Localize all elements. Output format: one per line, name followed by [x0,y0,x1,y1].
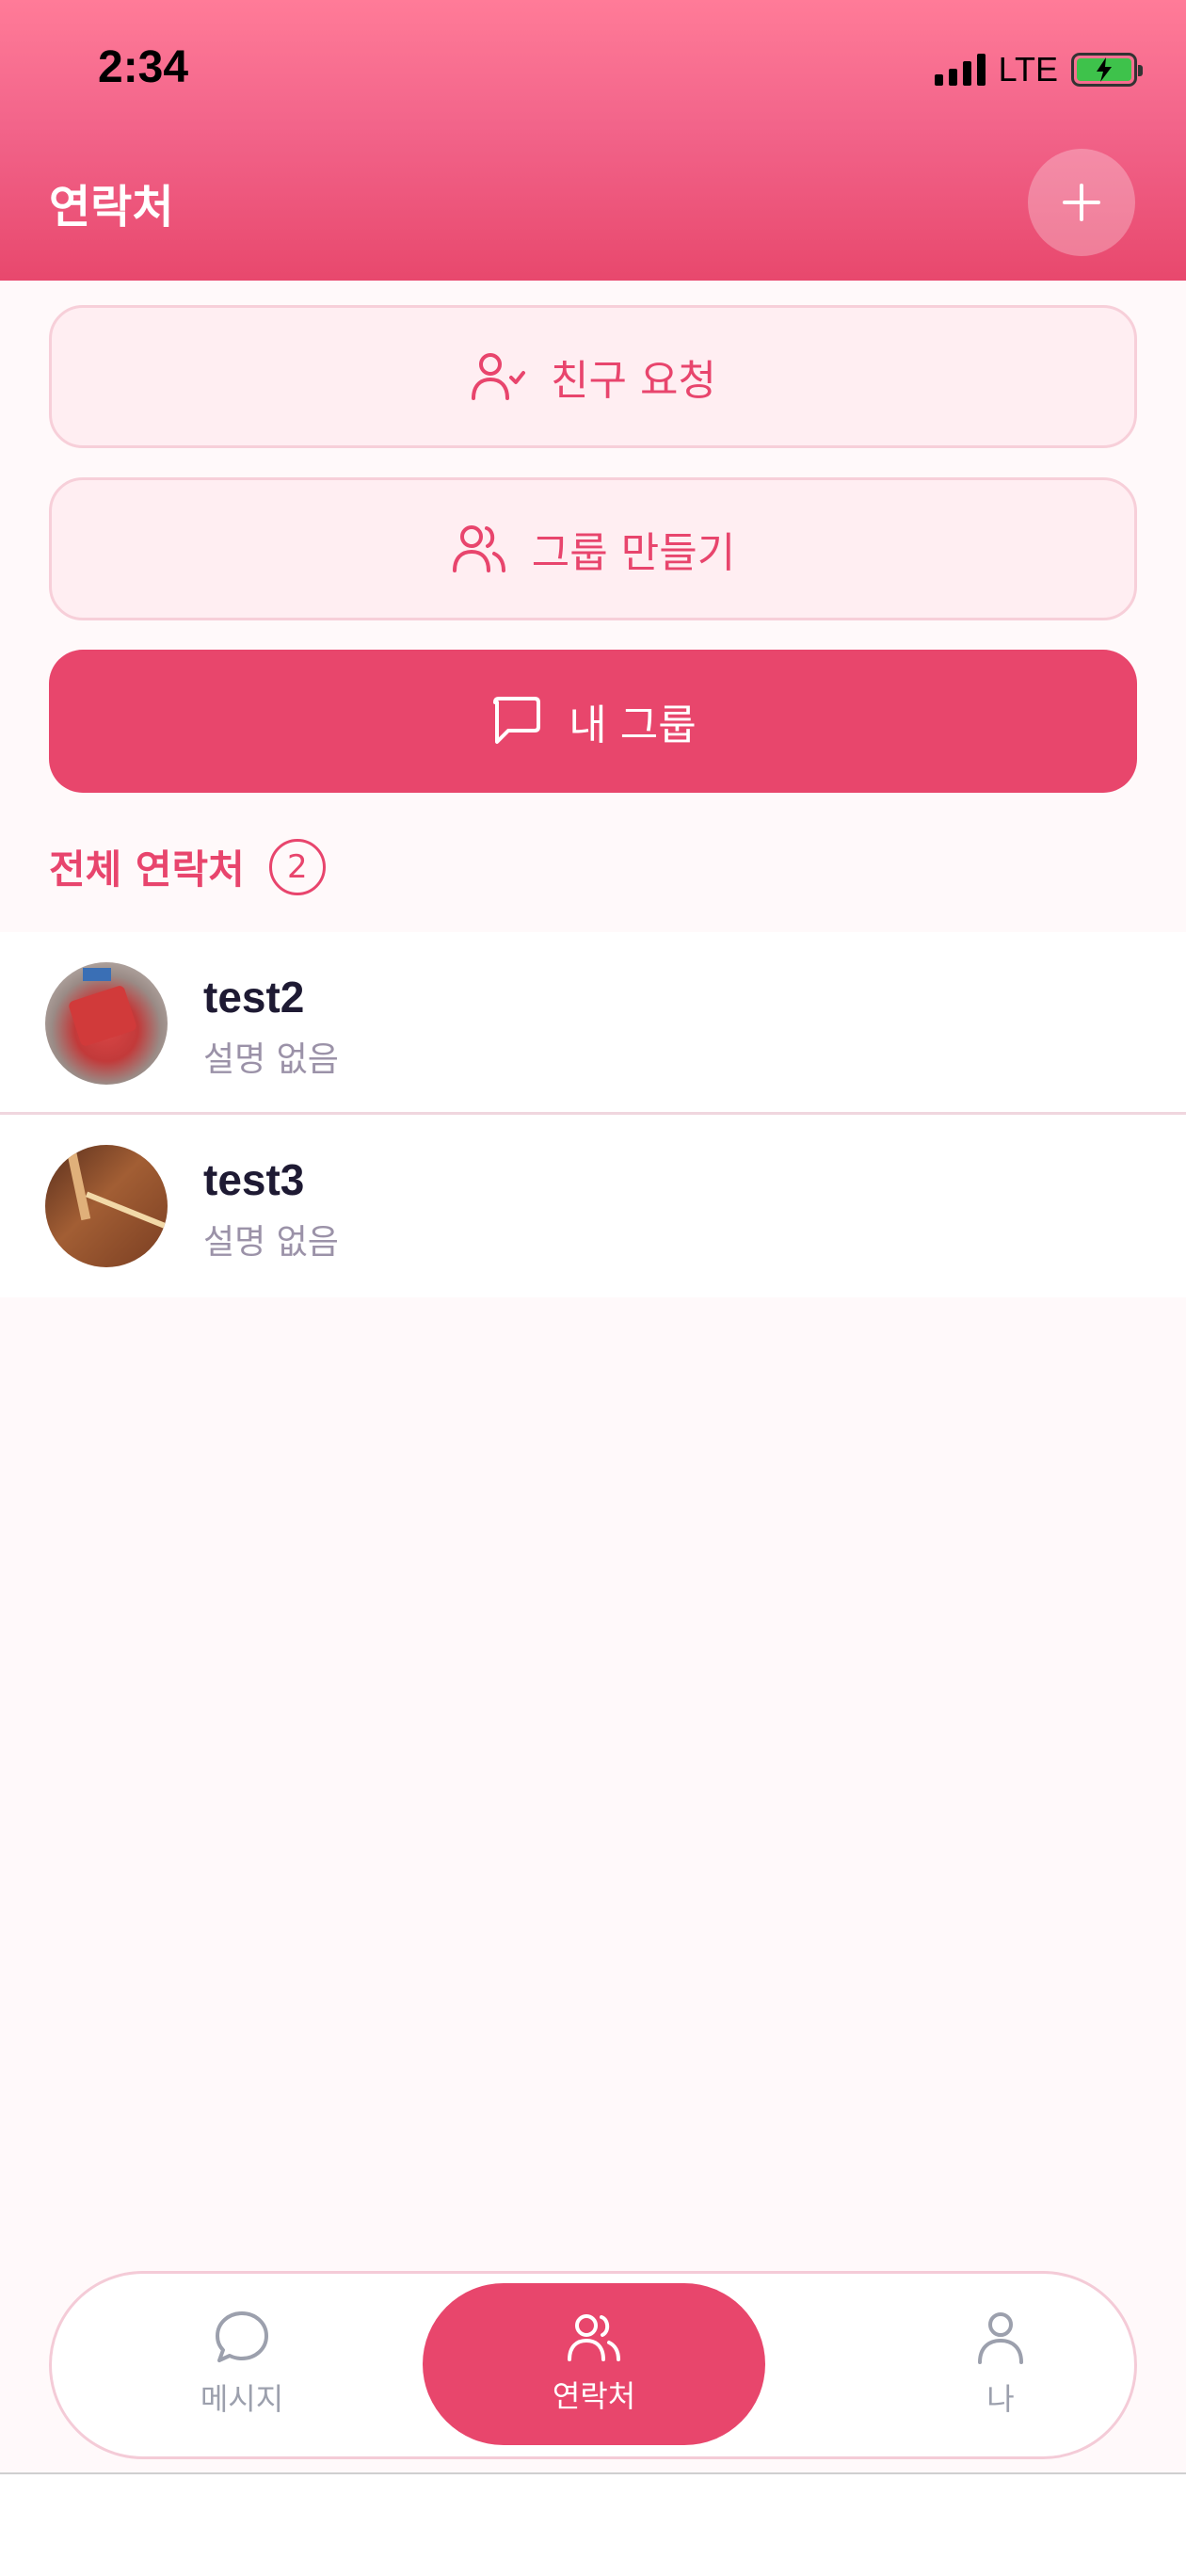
battery-icon [1071,53,1143,87]
users-icon [568,2314,620,2361]
network-type: LTE [998,50,1058,89]
contacts-count-badge: 2 [268,838,326,895]
home-indicator-area [0,2474,1186,2576]
signal-icon [934,54,986,86]
contact-row[interactable]: test3 설명 없음 [0,1115,1186,1297]
contact-list: test2 설명 없음 test3 설명 없음 [0,932,1186,1297]
contact-description: 설명 없음 [203,1040,339,1079]
create-group-label: 그룹 만들기 [531,529,736,577]
avatar [45,962,168,1085]
contact-name: test2 [203,973,305,1022]
contact-row[interactable]: test2 설명 없음 [0,932,1186,1115]
contacts-section-header: 전체 연락처 2 [49,838,326,895]
contact-name: test3 [203,1155,305,1204]
user-icon [978,2312,1023,2364]
tab-contacts-label: 연락처 [552,2378,636,2414]
plus-icon [1063,184,1100,221]
contact-description: 설명 없음 [203,1223,339,1262]
tab-messages-label: 메시지 [200,2381,284,2417]
section-title: 전체 연락처 [49,846,245,893]
avatar [45,1145,168,1267]
tab-messages[interactable]: 메시지 [71,2283,413,2445]
users-icon [452,525,505,572]
tab-me-label: 나 [986,2381,1015,2417]
page-title: 연락처 [49,181,174,233]
friend-request-button[interactable]: 친구 요청 [49,305,1137,448]
chat-square-icon [493,697,541,744]
my-groups-button[interactable]: 내 그룹 [49,650,1137,793]
status-icons: LTE [934,49,1143,90]
status-time: 2:34 [98,42,189,92]
tab-contacts[interactable]: 연락처 [423,2283,765,2445]
my-groups-label: 내 그룹 [569,701,697,749]
add-contact-button[interactable] [1028,149,1135,256]
chat-bubble-icon [216,2311,268,2362]
tab-me[interactable]: 나 [829,2283,1172,2445]
friend-request-label: 친구 요청 [551,357,716,405]
bottom-tab-bar: 메시지 연락처 나 [49,2271,1137,2459]
user-check-icon [472,353,526,400]
create-group-button[interactable]: 그룹 만들기 [49,477,1137,620]
app-header: 2:34 LTE 연락처 [0,0,1186,281]
